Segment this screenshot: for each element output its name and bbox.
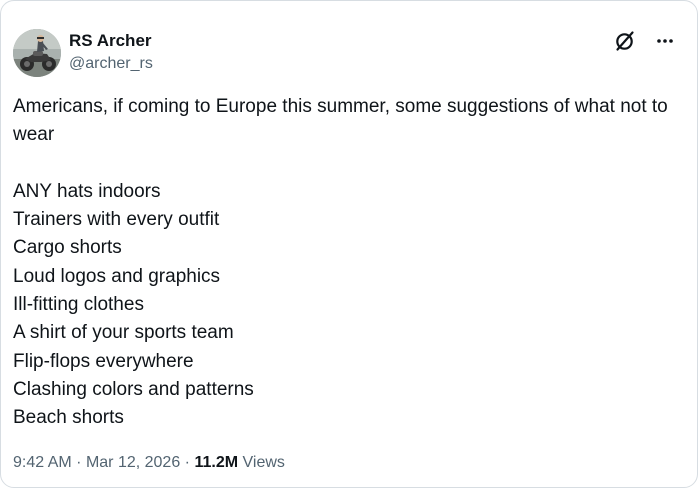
grok-icon: [616, 31, 634, 51]
list-item: A shirt of your sports team: [13, 322, 234, 344]
tweet-list: ANY hats indoors Trainers with every out…: [13, 178, 681, 433]
avatar[interactable]: [13, 29, 61, 77]
more-icon: [657, 39, 673, 43]
views-count: 11.2M: [194, 454, 239, 471]
list-item: Beach shorts: [13, 407, 124, 429]
author-names: RS Archer @archer_rs: [69, 30, 153, 75]
tweet-header: RS Archer @archer_rs: [13, 27, 685, 79]
meta-separator: ·: [184, 454, 190, 471]
author-display-name[interactable]: RS Archer: [69, 30, 153, 52]
tweet-time[interactable]: 9:42 AM: [13, 454, 72, 471]
views-label: Views: [242, 454, 285, 471]
list-item: Trainers with every outfit: [13, 209, 220, 231]
more-options-button[interactable]: [653, 29, 677, 53]
tweet-text: Americans, if coming to Europe this summ…: [13, 93, 681, 433]
list-item: Cargo shorts: [13, 237, 122, 259]
list-item: ANY hats indoors: [13, 180, 161, 202]
list-item: Clashing colors and patterns: [13, 378, 254, 400]
motorcycle-rider-avatar-image: [13, 29, 61, 77]
tweet-card: RS Archer @archer_rs Americans, if comin…: [0, 0, 698, 488]
tweet-intro: Americans, if coming to Europe this summ…: [13, 96, 668, 146]
tweet-meta: 9:42 AM · Mar 12, 2026 · 11.2M Views: [13, 452, 285, 474]
list-item: Ill-fitting clothes: [13, 294, 144, 316]
grok-button[interactable]: [613, 29, 637, 53]
tweet-date[interactable]: Mar 12, 2026: [86, 454, 180, 471]
list-item: Loud logos and graphics: [13, 265, 221, 287]
list-item: Flip-flops everywhere: [13, 350, 194, 372]
meta-separator: ·: [76, 454, 82, 471]
author-handle[interactable]: @archer_rs: [69, 53, 153, 75]
